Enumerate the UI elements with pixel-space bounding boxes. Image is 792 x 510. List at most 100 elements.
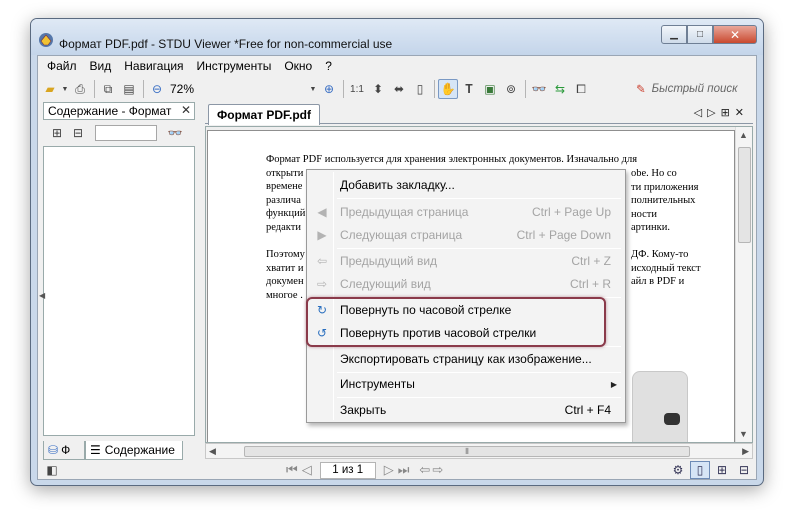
left-panel-close-icon[interactable]: ✕	[181, 103, 191, 117]
scroll-right-icon[interactable]: ▶	[742, 446, 749, 457]
scroll-up-icon[interactable]: ▲	[739, 130, 748, 140]
open-folder-icon[interactable]: ▰	[40, 79, 60, 99]
horizontal-scroll-thumb[interactable]: ⦀	[244, 446, 690, 457]
vertical-scrollbar[interactable]: ▲ ▼	[735, 127, 752, 442]
menu-item-close[interactable]: Закрыть Ctrl + F4	[309, 399, 623, 421]
copy-icon[interactable]: ⧉	[98, 79, 118, 99]
last-page-icon[interactable]: ⏭	[398, 462, 410, 478]
menu-item-next-view[interactable]: ⇨ Следующий вид Ctrl + R	[309, 273, 623, 295]
toolbar-separator	[143, 80, 144, 98]
next-page-icon[interactable]: ▷	[384, 462, 394, 478]
menu-item-label: Закрыть	[340, 403, 387, 417]
close-button[interactable]: ✕	[713, 25, 757, 44]
menu-item-shortcut: Ctrl + R	[569, 277, 611, 291]
maximize-button[interactable]: □	[687, 25, 713, 44]
bookmark-search-input[interactable]	[95, 125, 157, 141]
vertical-scroll-thumb[interactable]	[738, 147, 751, 243]
print-icon[interactable]: ⎙	[70, 79, 90, 99]
menu-item-export-page-image[interactable]: Экспортировать страницу как изображение.…	[309, 348, 623, 370]
history-forward-icon[interactable]: ⇨	[432, 462, 443, 478]
binoculars-icon[interactable]: 👓	[165, 123, 185, 143]
zoom-in-icon[interactable]: ⊕	[319, 79, 339, 99]
context-menu: Добавить закладку... ◀ Предыдущая страни…	[306, 169, 626, 423]
menu-help-label: ?	[325, 59, 332, 73]
properties-icon[interactable]: ▤	[119, 79, 139, 99]
prev-page-icon[interactable]: ◁	[302, 462, 312, 478]
menu-item-previous-view[interactable]: ⇦ Предыдущий вид Ctrl + Z	[309, 250, 623, 272]
fit-height-icon[interactable]: ▯	[410, 79, 430, 99]
window-controls: ▁ □ ✕	[661, 25, 757, 45]
actual-size-button[interactable]: 1:1	[347, 79, 367, 99]
select-text-icon[interactable]: 𝐓	[459, 79, 479, 99]
previous-view-icon: ⇦	[316, 254, 328, 268]
toolbar-separator	[525, 80, 526, 98]
previous-page-icon: ◀	[317, 205, 327, 219]
menu-item-label: Предыдущий вид	[340, 254, 438, 268]
history-back-icon[interactable]: ⇦	[419, 462, 430, 478]
document-tab-label: Формат PDF.pdf	[217, 108, 312, 122]
menu-navigation[interactable]: Навигация	[119, 59, 191, 73]
left-panel-toolbar: ⊞ ⊟ 👓	[43, 122, 195, 144]
tab-prev-icon[interactable]: ◁	[694, 107, 707, 119]
menu-tools-label: Инструменты	[196, 59, 272, 73]
bookmark-add-icon[interactable]: ⊞	[47, 123, 67, 143]
next-page-icon: ▶	[317, 228, 327, 242]
menu-separator	[337, 248, 621, 249]
menu-item-shortcut: Ctrl + Page Up	[531, 205, 611, 219]
two-page-view-icon[interactable]: ⊞	[712, 461, 732, 479]
menu-item-next-page[interactable]: ▶ Следующая страница Ctrl + Page Down	[309, 224, 623, 246]
page-illustration-detail	[664, 413, 680, 425]
toggle-panel-icon[interactable]: ◧	[42, 460, 62, 480]
menu-file[interactable]: Файл	[42, 59, 85, 73]
grid-view-icon[interactable]: ⊟	[734, 461, 754, 479]
toolbar-separator	[94, 80, 95, 98]
tab-close-icon[interactable]: ✕	[735, 107, 749, 119]
bookmark-edit-icon[interactable]: ⊟	[68, 123, 88, 143]
contents-tree[interactable]	[43, 146, 195, 436]
actual-size-label: 1:1	[350, 83, 364, 95]
page-navigation: ⏮ ◁ 1 из 1 ▷ ⏭ ⇦ ⇨	[286, 461, 443, 479]
title-bar[interactable]: Формат PDF.pdf - STDU Viewer *Free for n…	[31, 19, 763, 55]
quick-search-field[interactable]: ✎ Быстрый поиск	[636, 79, 756, 99]
magnifier-tool-icon[interactable]: ⊚	[501, 79, 521, 99]
menu-item-add-bookmark[interactable]: Добавить закладку...	[309, 174, 623, 196]
tab-files[interactable]: ⛁ Ф	[43, 441, 85, 460]
menu-help[interactable]: ?	[320, 59, 340, 73]
select-image-icon[interactable]: ▣	[480, 79, 500, 99]
settings-gear-icon[interactable]: ⚙	[668, 461, 688, 479]
menu-item-label: Следующая страница	[340, 228, 463, 242]
tab-navigation: ◁▷⊞✕	[694, 106, 749, 119]
scroll-down-icon[interactable]: ▼	[739, 429, 748, 439]
zoom-out-icon[interactable]: ⊖	[147, 79, 167, 99]
zoom-dropdown-icon[interactable]: ▼	[308, 79, 318, 99]
menu-view[interactable]: Вид	[85, 59, 120, 73]
menu-window[interactable]: Окно	[279, 59, 320, 73]
single-page-view-icon[interactable]: ▯	[690, 461, 710, 479]
page-paragraph-1-right: obe. Но со ти приложения полнительных но…	[631, 168, 699, 233]
menu-item-tools[interactable]: Инструменты ▶	[309, 373, 623, 395]
zoom-combobox[interactable]: 72%	[168, 80, 308, 98]
go-to-icon[interactable]: ⇆	[550, 79, 570, 99]
page-paragraph-2-right: ДФ. Кому-то исходный текст айл в PDF и	[631, 249, 701, 287]
collapse-left-arrow-icon[interactable]: ◀	[39, 291, 45, 300]
fit-page-icon[interactable]: ⬍	[368, 79, 388, 99]
minimize-button[interactable]: ▁	[661, 25, 687, 44]
horizontal-scrollbar[interactable]: ◀ ⦀ ▶	[205, 443, 753, 459]
tab-contents[interactable]: ☰ Содержание	[85, 441, 183, 460]
tab-contents-label: Содержание	[104, 443, 175, 457]
tab-next-icon[interactable]: ▷	[707, 107, 720, 119]
tab-document[interactable]: Формат PDF.pdf	[208, 104, 321, 125]
contents-tab-icon: ☰	[90, 443, 101, 457]
binoculars-icon[interactable]: 👓	[529, 79, 549, 99]
pages-icon[interactable]: ⧠	[571, 79, 591, 99]
tab-list-icon[interactable]: ⊞	[721, 107, 735, 119]
first-page-icon[interactable]: ⏮	[286, 462, 298, 478]
scroll-left-icon[interactable]: ◀	[209, 446, 216, 457]
menu-item-previous-page[interactable]: ◀ Предыдущая страница Ctrl + Page Up	[309, 201, 623, 223]
fit-width-icon[interactable]: ⬌	[389, 79, 409, 99]
menu-tools[interactable]: Инструменты	[192, 59, 280, 73]
hand-tool-icon[interactable]: ✋	[438, 79, 458, 99]
dropdown-arrow-icon[interactable]: ▼	[61, 79, 69, 99]
search-pen-icon: ✎	[636, 84, 646, 96]
page-number-input[interactable]: 1 из 1	[319, 461, 376, 479]
